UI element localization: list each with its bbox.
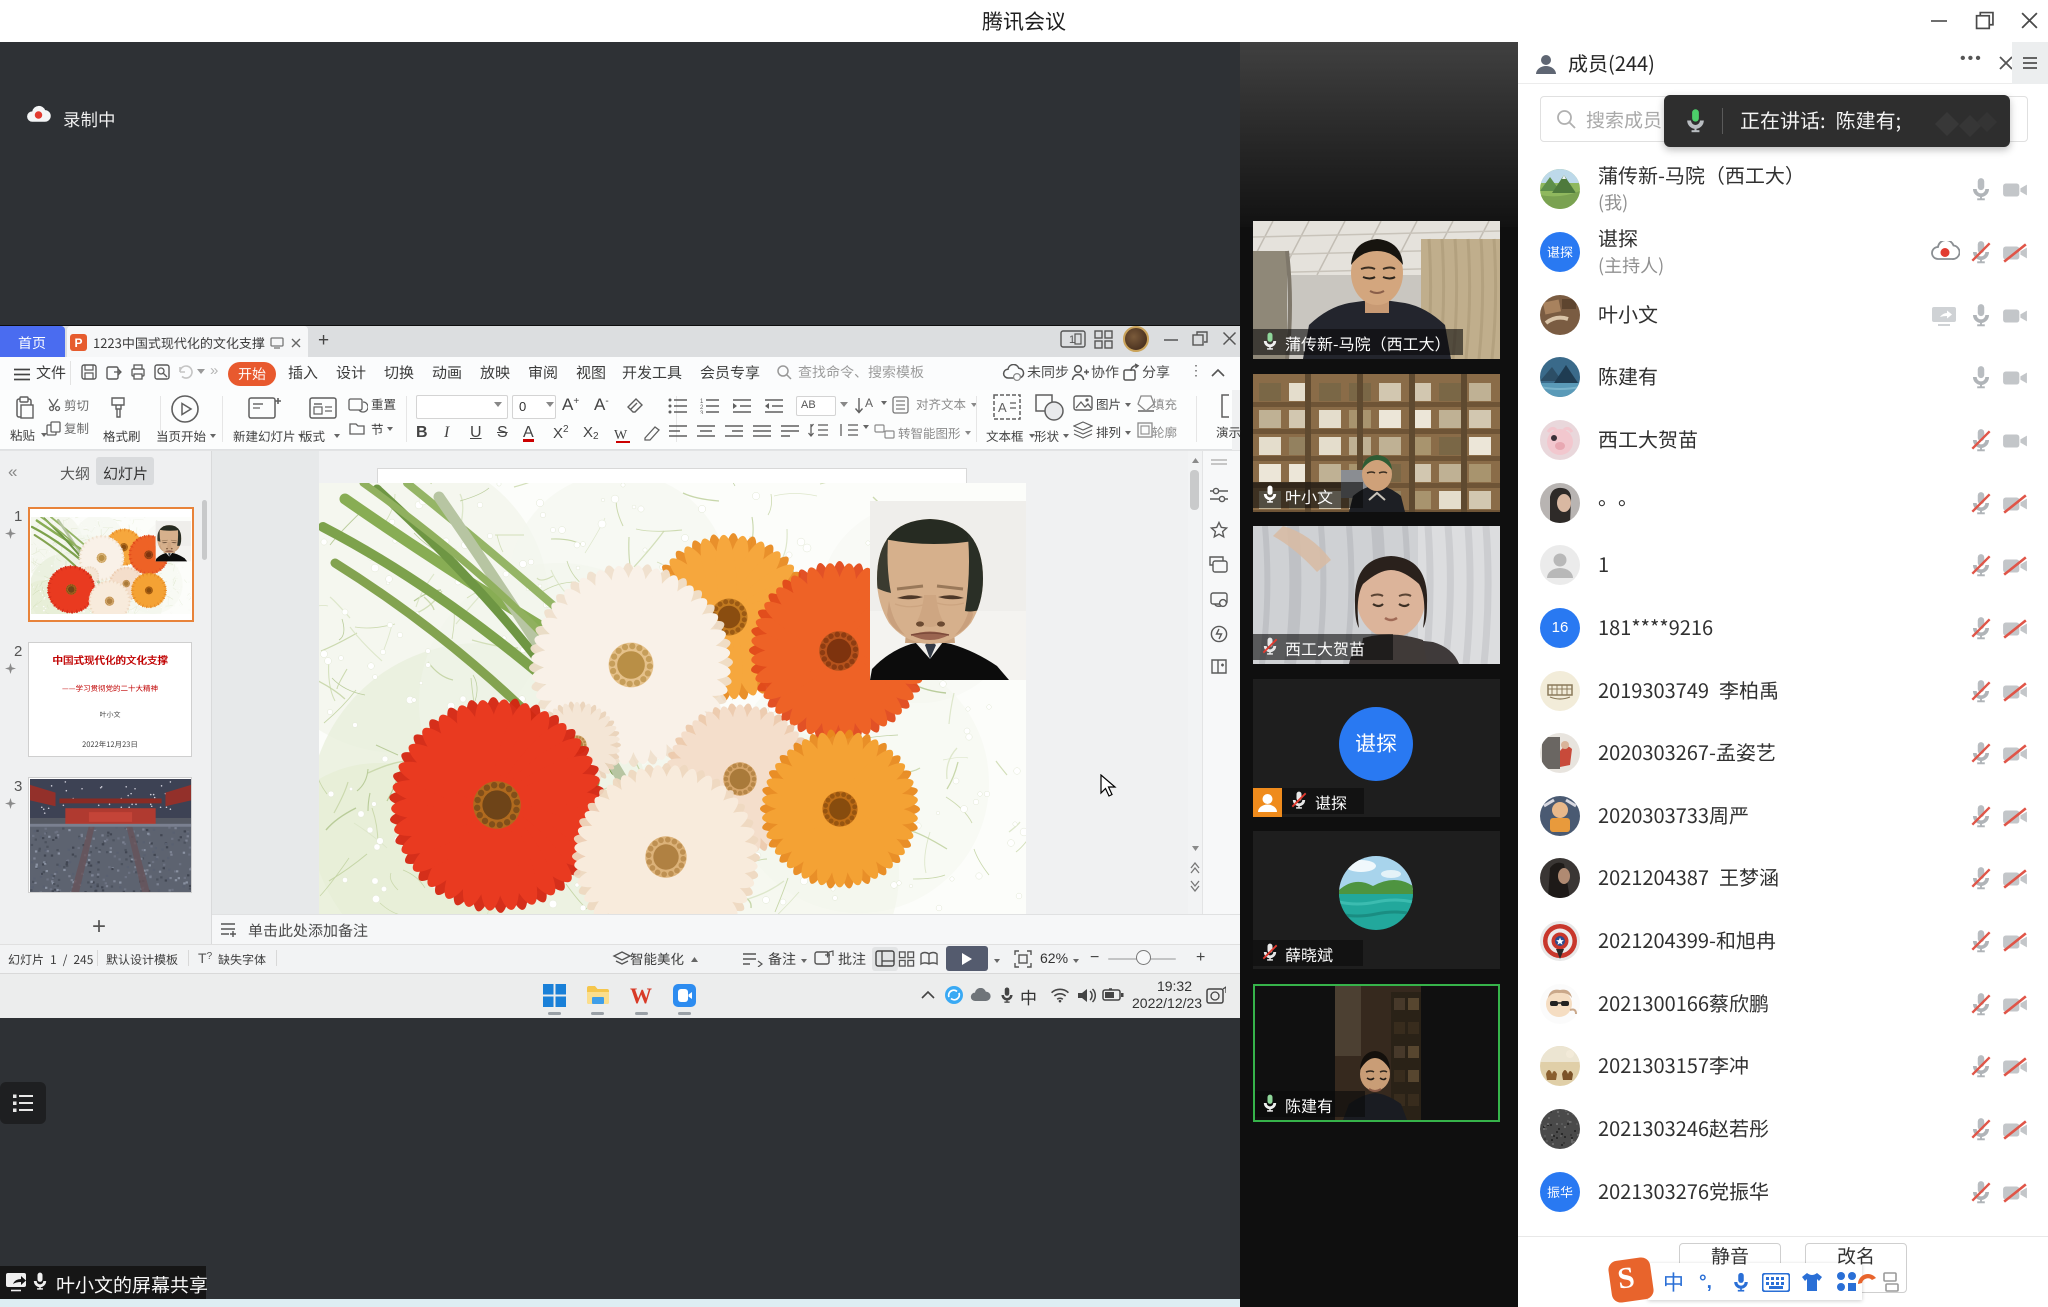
svg-text:A: A [865,396,873,410]
svg-text:P: P [74,336,82,350]
svg-text:W: W [630,984,652,1006]
svg-text:A: A [998,400,1007,415]
svg-text:1: 1 [1069,334,1075,346]
svg-text:W: W [614,428,628,443]
svg-text:3: 3 [700,411,704,414]
